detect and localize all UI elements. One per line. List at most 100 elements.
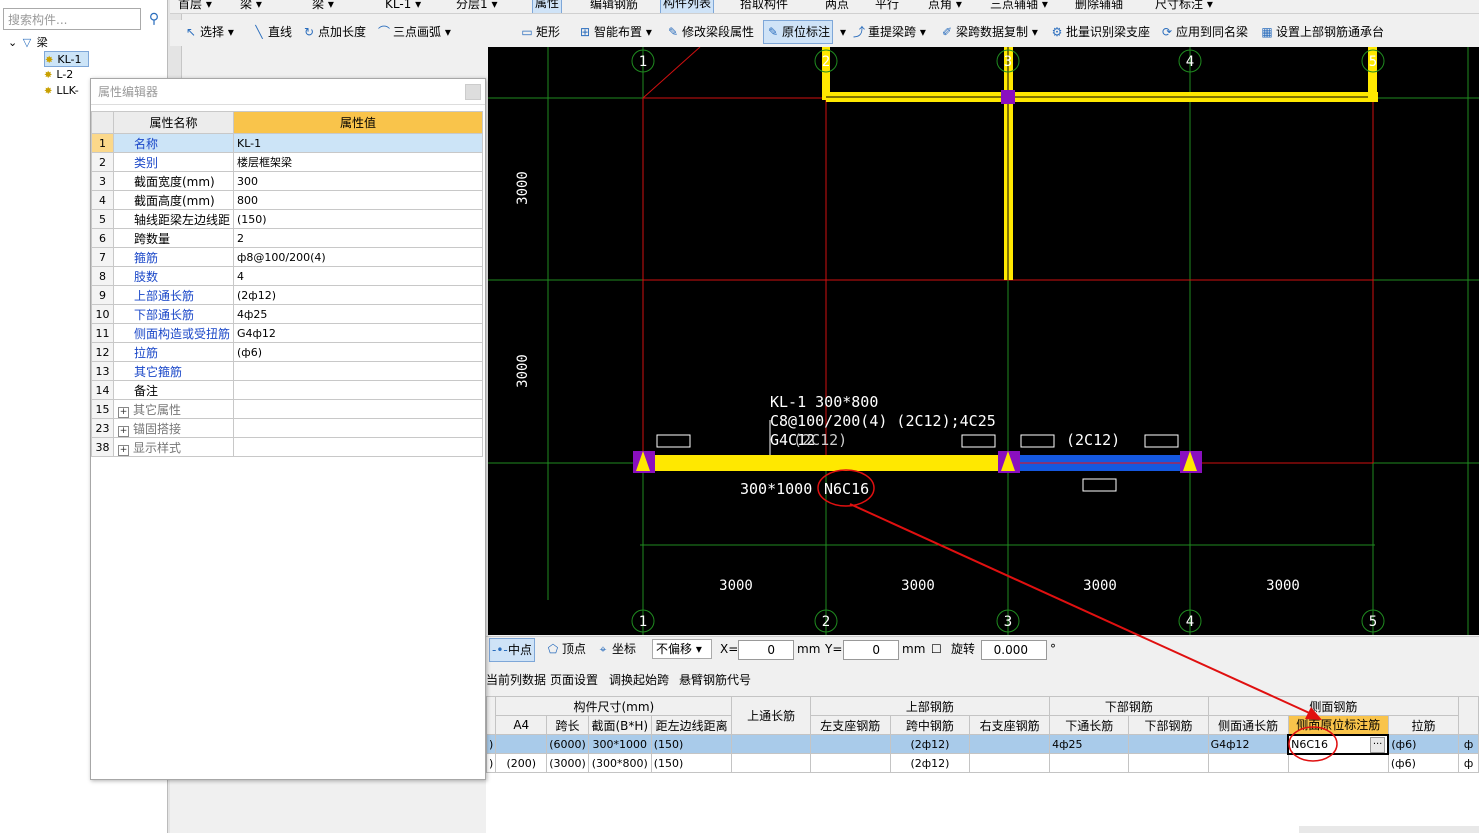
rectangle-button[interactable]: ▭ 矩形 — [520, 20, 560, 44]
property-name[interactable]: 箍筋 — [113, 247, 234, 267]
type-select[interactable]: 梁 ▾ — [240, 0, 262, 13]
grid-cell[interactable] — [809, 734, 891, 754]
grid-cell[interactable] — [731, 734, 811, 754]
property-name[interactable]: + 显示样式 — [113, 437, 234, 457]
re-span-button[interactable]: ⤴ 重提梁跨 ▾ — [852, 20, 926, 44]
table-row[interactable]: ) (200) (3000) (300*800) (150) (2ф12) (ф… — [485, 753, 1479, 773]
floor-select[interactable]: 首层 ▾ — [178, 0, 212, 13]
grid-cell[interactable] — [1207, 753, 1289, 773]
drawing-canvas[interactable]: 1 2 3 4 5 1 2 3 4 5 3000 3000 3000 3000 … — [488, 46, 1479, 635]
swap-start-span-button[interactable]: 调换起始跨 — [609, 668, 669, 692]
grid-cell[interactable] — [969, 734, 1051, 754]
property-row[interactable]: 38 + 显示样式 — [91, 437, 483, 457]
grid-cell[interactable]: G4ф12 — [1207, 734, 1289, 754]
property-row[interactable]: 13 其它箍筋 — [91, 361, 483, 381]
batch-identify-button[interactable]: ⚙ 批量识别梁支座 — [1050, 20, 1150, 44]
tree-root[interactable]: ⌄ ▽ 梁 — [8, 35, 48, 51]
ellipsis-button[interactable]: ··· — [1369, 736, 1386, 752]
property-name[interactable]: 肢数 — [113, 266, 234, 286]
property-value[interactable] — [233, 361, 483, 381]
table-row[interactable]: ) (6000) 300*1000 (150) (2ф12) 4ф25 G4ф1… — [485, 733, 1479, 755]
property-name[interactable]: 拉筋 — [113, 342, 234, 362]
grid-cell[interactable]: 300*1000 — [587, 734, 652, 754]
property-name[interactable]: 备注 — [113, 380, 234, 400]
property-row[interactable]: 6 跨数量 2 — [91, 228, 483, 248]
property-row[interactable]: 12 拉筋 (ф6) — [91, 342, 483, 362]
point-angle-button[interactable]: 点角 ▾ — [928, 0, 962, 13]
in-situ-annotation-button[interactable]: ✎ 原位标注 — [763, 20, 834, 44]
property-row[interactable]: 15 + 其它属性 — [91, 399, 483, 419]
grid-cell[interactable] — [809, 753, 891, 773]
property-editor-title[interactable]: 属性编辑器 — [91, 79, 485, 105]
property-value[interactable]: (2ф12) — [233, 285, 483, 305]
property-value[interactable]: ф8@100/200(4) — [233, 247, 483, 267]
property-row[interactable]: 10 下部通长筋 4ф25 — [91, 304, 483, 324]
property-name[interactable]: 名称 — [113, 133, 234, 153]
property-name[interactable]: + 其它属性 — [113, 399, 234, 419]
grid-cell[interactable]: (2ф12) — [889, 753, 971, 773]
grid-cell[interactable] — [1128, 753, 1209, 773]
tree-item-l2[interactable]: ✸ L-2 — [44, 67, 73, 83]
component-list-button[interactable]: 构件列表 — [660, 0, 715, 13]
grid-cell[interactable]: (ф6) — [1387, 734, 1460, 754]
grid-cell[interactable] — [1287, 753, 1389, 773]
grid-cell[interactable]: (200) — [495, 753, 548, 773]
offset-select[interactable]: 不偏移 ▾ — [652, 639, 712, 659]
point-length-button[interactable]: ↻ 点加长度 — [302, 20, 366, 44]
cantilever-code-button[interactable]: 悬臂钢筋代号 — [679, 668, 751, 692]
two-point-button[interactable]: 两点 — [825, 0, 849, 13]
edit-rebar-button[interactable]: 编辑钢筋 — [590, 0, 638, 13]
grid-cell[interactable]: 4ф25 — [1049, 734, 1130, 754]
property-row[interactable]: 2 类别 楼层框架梁 — [91, 152, 483, 172]
select-button[interactable]: ↖ 选择 ▾ — [184, 20, 234, 44]
rotate-input[interactable]: 0.000 — [981, 640, 1047, 660]
smart-layout-button[interactable]: ⊞ 智能布置 ▾ — [578, 20, 652, 44]
modify-segment-button[interactable]: ✎ 修改梁段属性 — [666, 20, 754, 44]
property-row[interactable]: 8 肢数 4 — [91, 266, 483, 286]
tree-item-kl1[interactable]: ✸ KL-1 — [44, 51, 89, 67]
property-value[interactable] — [233, 437, 483, 457]
property-name[interactable]: 其它箍筋 — [113, 361, 234, 381]
search-icon[interactable]: ⚲ — [144, 8, 164, 30]
grid-cell[interactable]: (300*800) — [587, 753, 652, 773]
subtype-select[interactable]: 梁 ▾ — [312, 0, 334, 13]
property-value[interactable] — [233, 418, 483, 438]
search-input[interactable]: 搜索构件... — [3, 8, 141, 30]
grid-cell[interactable]: (150) — [650, 753, 733, 773]
grid-cell[interactable]: ф — [1458, 734, 1479, 754]
grid-cell[interactable] — [1049, 753, 1130, 773]
expand-icon[interactable]: + — [118, 444, 129, 456]
property-row[interactable]: 9 上部通长筋 (2ф12) — [91, 285, 483, 305]
property-row[interactable]: 3 截面宽度(mm) 300 — [91, 171, 483, 191]
grid-cell[interactable]: (150) — [650, 734, 733, 754]
property-value[interactable]: 800 — [233, 190, 483, 210]
grid-cell[interactable]: (ф6) — [1387, 753, 1460, 773]
chevron-down-icon[interactable]: ▾ — [840, 20, 846, 44]
grid-cell[interactable]: ф — [1458, 753, 1479, 773]
property-name[interactable]: 上部通长筋 — [113, 285, 234, 305]
property-value[interactable]: 4ф25 — [233, 304, 483, 324]
apply-same-name-button[interactable]: ⟳ 应用到同名梁 — [1160, 20, 1248, 44]
layer-select[interactable]: 分层1 ▾ — [456, 0, 497, 13]
side-annotation-cell-editing[interactable]: N6C16 ··· — [1287, 733, 1390, 755]
midpoint-button[interactable]: -•-中点 — [489, 638, 536, 662]
property-value[interactable]: (ф6) — [233, 342, 483, 362]
delete-axis-button[interactable]: 删除辅轴 — [1075, 0, 1123, 13]
grid-cell[interactable] — [495, 734, 548, 754]
three-point-axis-button[interactable]: 三点辅轴 ▾ — [990, 0, 1048, 13]
property-value[interactable]: (150) — [233, 209, 483, 229]
property-value[interactable]: G4ф12 — [233, 323, 483, 343]
rotate-checkbox[interactable]: ☐ — [931, 637, 942, 661]
component-select[interactable]: KL-1 ▾ — [385, 0, 421, 13]
property-value[interactable] — [233, 380, 483, 400]
property-name[interactable]: 截面宽度(mm) — [113, 171, 234, 191]
property-value[interactable] — [233, 399, 483, 419]
property-row[interactable]: 4 截面高度(mm) 800 — [91, 190, 483, 210]
pick-component-button[interactable]: 拾取构件 — [740, 0, 788, 13]
property-row[interactable]: 1 名称 KL-1 — [91, 133, 483, 153]
y-input[interactable]: 0 — [843, 640, 899, 660]
property-row[interactable]: 14 备注 — [91, 380, 483, 400]
property-value[interactable]: 2 — [233, 228, 483, 248]
collapse-icon[interactable]: ⌄ — [8, 36, 17, 49]
parallel-button[interactable]: 平行 — [875, 0, 899, 13]
